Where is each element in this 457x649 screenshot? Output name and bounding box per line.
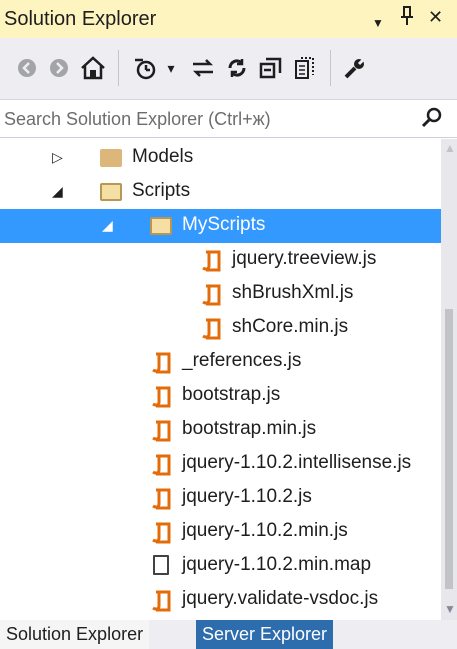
js-file-icon [200,317,222,340]
tree-item-label: jquery-1.10.2.min.js [182,520,348,541]
js-file-icon [150,589,172,612]
js-file-icon [200,249,222,272]
tree-item-label: shCore.min.js [232,316,349,337]
tree-item[interactable]: shBrushXml.js [0,277,441,311]
refresh-icon [228,59,246,77]
tree-item[interactable]: ◢ Scripts [0,175,441,209]
home-icon [81,56,105,80]
show-all-files-button[interactable] [290,52,320,84]
dropdown-icon: ▾ [167,59,175,76]
tree-item-label: Scripts [132,180,191,201]
tree-item-label: Models [132,146,194,167]
tree-item[interactable]: jquery-1.10.2.js [0,481,441,515]
collapse-all-button[interactable] [256,52,286,84]
folder-icon [100,149,122,167]
solution-tree: ▷ Models ◢ Scripts ◢ MyScripts jquery.treeview… [0,139,441,620]
sync-icon [135,58,156,80]
tree-item-label: MyScripts [182,214,266,235]
tree-item-label: shBrushXml.js [232,282,354,303]
title-bar: Solution Explorer ▼ ✕ [0,0,457,38]
js-file-icon [150,453,172,476]
collapse-icon [259,57,282,79]
back-button[interactable] [12,52,42,84]
show-files-icon [295,57,314,79]
expanded-arrow-icon[interactable]: ◢ [52,183,63,200]
tree-item[interactable]: _references.js [0,345,441,379]
tab-server-explorer[interactable]: Server Explorer [196,620,334,649]
tab-solution-explorer[interactable]: Solution Explorer [0,620,150,649]
wrench-icon [344,57,366,79]
properties-button[interactable] [340,52,370,84]
tree-item-label: jquery-1.10.2.js [182,486,312,507]
search-box [0,100,457,138]
scroll-down-icon[interactable]: ▼ [444,602,456,616]
folder-open-icon [100,183,122,201]
vertical-scrollbar[interactable]: ▲ ▼ [441,139,457,620]
scroll-up-icon[interactable]: ▲ [444,141,456,155]
tree-item[interactable]: jquery-1.10.2.min.map [0,549,441,583]
tree-item[interactable]: jquery.validate-vsdoc.js [0,583,441,617]
scroll-thumb[interactable] [445,309,453,589]
bottom-tab-strip: Solution Explorer Server Explorer [0,620,457,649]
search-icon[interactable] [420,106,444,136]
forward-button[interactable] [44,52,74,84]
sync-dropdown-button[interactable]: ▾ [156,52,186,84]
tree-item-label: _references.js [182,350,302,371]
file-icon [153,555,169,575]
tree-item[interactable]: jquery.treeview.js [0,243,441,277]
tree-item-label: bootstrap.min.js [182,418,317,439]
window-title: Solution Explorer [4,8,157,30]
tree-item[interactable]: ◢ MyScripts [0,209,441,243]
toolbar-separator [330,50,331,86]
tree-item[interactable]: jquery-1.10.2.min.js [0,515,441,549]
refresh-button[interactable] [222,52,252,84]
back-circle-icon [18,59,36,77]
expanded-arrow-icon[interactable]: ◢ [102,217,113,234]
tree-item-label: jquery-1.10.2.intellisense.js [182,452,412,473]
pending-changes-button[interactable] [188,52,218,84]
tree-item-label: jquery.validate-vsdoc.js [182,588,379,609]
arrows-icon [192,59,214,77]
window-menu-dropdown-icon[interactable]: ▼ [372,12,384,34]
collapsed-arrow-icon[interactable]: ▷ [52,149,63,166]
js-file-icon [150,521,172,544]
close-icon[interactable]: ✕ [428,6,443,28]
js-file-icon [150,487,172,510]
js-file-icon [150,351,172,374]
js-file-icon [150,385,172,408]
js-file-icon [150,419,172,442]
tree-item-label: jquery-1.10.2.min.map [182,554,372,575]
toolbar-separator [118,50,119,86]
search-input[interactable] [4,104,404,134]
tree-item-label: jquery.treeview.js [232,248,377,269]
tree-item[interactable]: jquery-1.10.2.intellisense.js [0,447,441,481]
tree-item-label: bootstrap.js [182,384,281,405]
js-file-icon [200,283,222,306]
folder-open-icon [150,217,172,235]
home-button[interactable] [78,52,108,84]
pin-icon[interactable] [400,6,414,31]
forward-circle-icon [50,59,68,77]
tree-item[interactable]: bootstrap.min.js [0,413,441,447]
tree-item[interactable]: ▷ Models [0,141,441,175]
toolbar: ▾ [0,38,457,100]
tree-item[interactable]: bootstrap.js [0,379,441,413]
tree-item[interactable]: shCore.min.js [0,311,441,345]
